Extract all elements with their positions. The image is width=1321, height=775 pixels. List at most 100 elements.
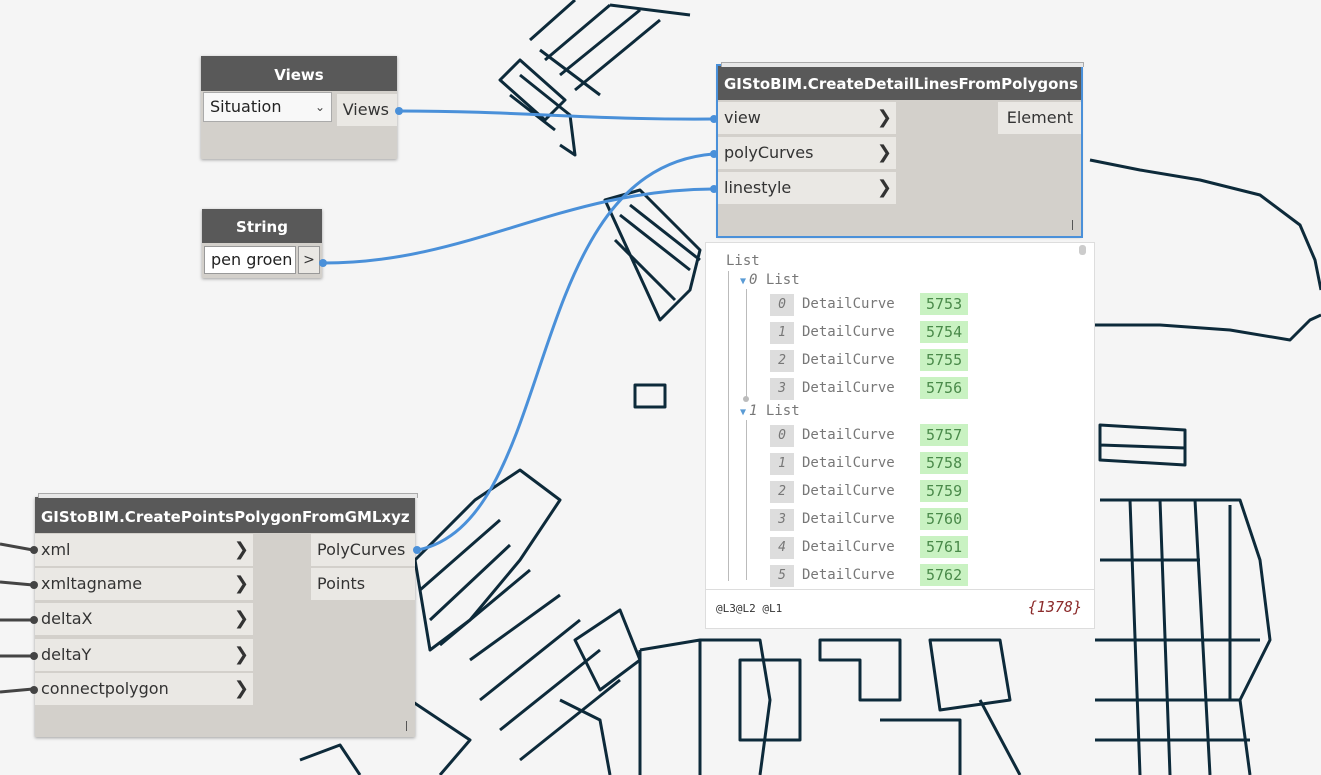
- watch-preview-panel[interactable]: List ▼ 0 List 0 DetailCurve 5753 1 DetailCu…: [705, 242, 1095, 629]
- input-dot-linestyle[interactable]: [710, 185, 718, 193]
- caret-down-icon: ▼: [740, 407, 747, 418]
- chevron-right-icon: ❯: [233, 539, 249, 560]
- scrollbar-thumb[interactable]: [1079, 245, 1086, 255]
- input-dot-connectpolygon[interactable]: [30, 686, 38, 694]
- list-group-0[interactable]: ▼ 0 List: [740, 269, 800, 291]
- input-port-deltax[interactable]: deltaX ❯: [35, 603, 253, 635]
- list-item[interactable]: 1 DetailCurve: [770, 321, 895, 344]
- string-node[interactable]: String pen groen >: [202, 209, 322, 278]
- port-label: Element: [1006, 108, 1073, 127]
- output-dot-polycurves[interactable]: [413, 546, 421, 554]
- list-item[interactable]: 4 DetailCurve: [770, 536, 895, 559]
- chevron-right-icon: ❯: [876, 177, 892, 198]
- item-index: 2: [770, 481, 794, 503]
- input-port-polycurves[interactable]: polyCurves ❯: [718, 137, 896, 169]
- list-item[interactable]: 1 DetailCurve: [770, 452, 895, 475]
- view-dropdown[interactable]: Situation ⌄: [203, 92, 332, 122]
- port-label: deltaX: [41, 609, 93, 628]
- chevron-down-icon: ⌄: [314, 100, 325, 114]
- list-item[interactable]: 0 DetailCurve: [770, 293, 895, 316]
- chevron-right-icon: ❯: [233, 644, 249, 665]
- item-value: 5761: [920, 536, 969, 558]
- item-value: 5762: [920, 564, 969, 586]
- resize-handle[interactable]: [406, 721, 407, 731]
- list-item[interactable]: 2 DetailCurve: [770, 349, 895, 372]
- wire-string-to-linestyle[interactable]: [323, 187, 714, 265]
- input-port-view[interactable]: view ❯: [718, 102, 896, 134]
- item-value: 5753: [920, 293, 969, 315]
- node-stack-edge: [38, 493, 418, 498]
- input-port-deltay[interactable]: deltaY ❯: [35, 639, 253, 671]
- item-index: 0: [770, 294, 794, 316]
- wire-views-to-view[interactable]: [399, 109, 714, 121]
- input-dot-view[interactable]: [710, 115, 718, 123]
- output-port-polycurves[interactable]: PolyCurves: [311, 534, 415, 566]
- wire-polycurves-to-polycurves[interactable]: [417, 152, 714, 552]
- port-label: Views: [342, 100, 389, 119]
- output-port-points[interactable]: Points: [311, 568, 415, 600]
- item-value: 5759: [920, 480, 969, 502]
- tree-line: [746, 420, 747, 580]
- item-index: 2: [770, 350, 794, 372]
- item-type: DetailCurve: [802, 483, 895, 499]
- list-levels[interactable]: @L3@L2 @L1: [716, 602, 782, 615]
- item-type: DetailCurve: [802, 296, 895, 312]
- dropdown-value: Situation: [210, 97, 282, 116]
- item-type: DetailCurve: [802, 352, 895, 368]
- input-dot-xmltagname[interactable]: [30, 581, 38, 589]
- wire-xml-in[interactable]: [0, 542, 34, 552]
- wire-connectpolygon-in[interactable]: [0, 687, 34, 694]
- wire-xmltagname-in[interactable]: [0, 580, 34, 587]
- create-points-polygon-node[interactable]: GIStoBIM.CreatePointsPolygonFromGMLxyz x…: [35, 493, 418, 737]
- input-dot-polycurves[interactable]: [710, 150, 718, 158]
- node-title: GIStoBIM.CreateDetailLinesFromPolygons: [718, 66, 1081, 100]
- graph-canvas[interactable]: Views Situation ⌄ Views String pen groen…: [0, 0, 1321, 775]
- group-label: List: [765, 272, 800, 288]
- input-port-xmltagname[interactable]: xmltagname ❯: [35, 568, 253, 600]
- chevron-right-icon: ❯: [233, 608, 249, 629]
- list-item[interactable]: 2 DetailCurve: [770, 480, 895, 503]
- list-item[interactable]: 0 DetailCurve: [770, 424, 895, 447]
- item-type: DetailCurve: [802, 511, 895, 527]
- item-type: DetailCurve: [802, 380, 895, 396]
- input-port-connectpolygon[interactable]: connectpolygon ❯: [35, 673, 253, 705]
- list-item[interactable]: 3 DetailCurve: [770, 377, 895, 400]
- port-label: view: [724, 108, 761, 127]
- input-port-xml[interactable]: xml ❯: [35, 534, 253, 566]
- item-type: DetailCurve: [802, 567, 895, 583]
- item-index: 1: [770, 453, 794, 475]
- port-label: xml: [41, 540, 71, 559]
- item-count: {1378}: [1027, 598, 1082, 616]
- views-node[interactable]: Views Situation ⌄ Views: [201, 56, 397, 159]
- item-type: DetailCurve: [802, 427, 895, 443]
- output-dot-views[interactable]: [395, 107, 403, 115]
- input-dot-deltay[interactable]: [30, 652, 38, 660]
- output-port-views[interactable]: Views: [337, 94, 397, 126]
- chevron-right-icon: ❯: [876, 107, 892, 128]
- string-input[interactable]: pen groen: [204, 246, 296, 274]
- port-label: xmltagname: [41, 574, 143, 593]
- preview-footer: @L3@L2 @L1 {1378}: [706, 589, 1094, 628]
- item-value: 5760: [920, 508, 969, 530]
- item-value: 5754: [920, 321, 969, 343]
- output-port-string[interactable]: >: [298, 246, 320, 274]
- item-value: 5757: [920, 424, 969, 446]
- input-port-linestyle[interactable]: linestyle ❯: [718, 172, 896, 204]
- port-label: linestyle: [724, 178, 792, 197]
- create-detail-lines-node[interactable]: GIStoBIM.CreateDetailLinesFromPolygons v…: [716, 62, 1084, 238]
- resize-handle[interactable]: [1072, 220, 1073, 230]
- item-index: 3: [770, 378, 794, 400]
- list-item[interactable]: 5 DetailCurve: [770, 564, 895, 587]
- list-group-1[interactable]: ▼ 1 List: [740, 400, 800, 422]
- node-title: String: [202, 209, 322, 243]
- output-port-element[interactable]: Element: [998, 102, 1081, 134]
- list-item[interactable]: 3 DetailCurve: [770, 508, 895, 531]
- input-dot-xml[interactable]: [30, 546, 38, 554]
- tree-line: [746, 289, 747, 397]
- input-dot-deltax[interactable]: [30, 616, 38, 624]
- output-dot-string[interactable]: [319, 259, 327, 267]
- node-stack-edge: [721, 62, 1084, 67]
- group-label: List: [765, 403, 800, 419]
- item-index: 5: [770, 565, 794, 587]
- item-value: 5758: [920, 452, 969, 474]
